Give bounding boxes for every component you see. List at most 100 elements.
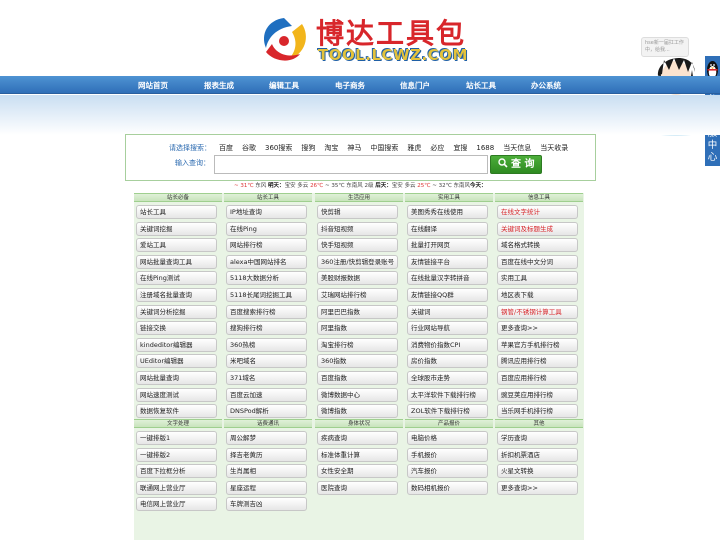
tool-link-button[interactable]: 阿里指数 [317,321,398,336]
site-logo[interactable]: 博达工具包 TOOL.LCWZ.COM [258,8,467,66]
tool-link-button[interactable]: 周公解梦 [226,431,307,445]
tool-link-button[interactable]: IP地址查询 [226,205,307,219]
tool-link-button[interactable]: 数码相机报价 [407,480,488,495]
engine-option[interactable]: 雅虎 [407,144,421,152]
engine-option[interactable]: 谷歌 [242,144,256,152]
tool-link-button[interactable]: 域名格式转换 [497,238,578,253]
tool-link-button[interactable]: 371域名 [226,370,307,385]
tool-link-button[interactable]: 一键排版1 [136,431,217,445]
tool-link-button[interactable]: 星座运程 [226,480,307,495]
tool-link-button[interactable]: 豌豆荚应用排行榜 [497,387,578,402]
tool-link-button[interactable]: 网站速度测试 [136,387,217,402]
tool-link-button[interactable]: 360注册/快剪辑登录账号 [317,254,398,269]
tool-link-button[interactable]: 链接交换 [136,321,217,336]
tool-link-button[interactable]: 百度下拉框分析 [136,464,217,479]
tool-link-button[interactable]: 批量打开网页 [407,238,488,253]
tool-link-button[interactable]: kindeditor编辑器 [136,337,217,352]
tool-link-button[interactable]: 百度应用排行榜 [497,370,578,385]
tool-link-button[interactable]: 电信网上营业厅 [136,497,217,512]
tool-link-button[interactable]: 美图秀秀在线使用 [407,205,488,219]
tool-link-button[interactable]: 百度在线中文分词 [497,254,578,269]
engine-option[interactable]: 神马 [347,144,361,152]
tool-link-button[interactable]: 联通网上营业厅 [136,480,217,495]
tool-link-button[interactable]: 快剪辑 [317,205,398,219]
tool-link-button[interactable]: UEditor编辑器 [136,354,217,369]
tool-link-button[interactable]: 抖音短视频 [317,221,398,236]
tool-link-button[interactable]: 折扣机票酒店 [497,447,578,462]
tool-link-button[interactable]: 更多查询>> [497,480,578,495]
tool-link-button[interactable]: 钢管/不锈钢计算工具 [497,304,578,319]
tool-link-button[interactable]: 网站批量查询 [136,370,217,385]
tool-link-button[interactable]: 生肖属相 [226,464,307,479]
tool-link-button[interactable]: 360指数 [317,354,398,369]
search-button[interactable]: 查 询 [490,155,542,174]
tool-link-button[interactable]: 艾瑞网站排行榜 [317,287,398,302]
tool-link-button[interactable]: 在线翻译 [407,221,488,236]
tool-link-button[interactable]: 百度指数 [317,370,398,385]
nav-item-portal[interactable]: 信息门户 [400,80,430,91]
tool-link-button[interactable]: 苹果官方手机排行榜 [497,337,578,352]
nav-item-editors[interactable]: 编辑工具 [269,80,299,91]
tool-link-button[interactable]: 一键排版2 [136,447,217,462]
tool-link-button[interactable]: 百度搜索排行榜 [226,304,307,319]
tool-link-button[interactable]: 地区表下载 [497,287,578,302]
tool-link-button[interactable]: DNSPod解析 [226,404,307,419]
tool-link-button[interactable]: 择吉老黄历 [226,447,307,462]
tool-link-button[interactable]: 在线批量汉字转拼音 [407,271,488,286]
tool-link-button[interactable]: 在线文字统计 [497,205,578,219]
engine-option[interactable]: 1688 [476,144,494,152]
tool-link-button[interactable]: 电脑价格 [407,431,488,445]
tool-link-button[interactable]: 关键词及标题生成 [497,221,578,236]
tool-link-button[interactable]: 爱站工具 [136,238,217,253]
tool-link-button[interactable]: 手机报价 [407,447,488,462]
tool-link-button[interactable]: 汽车报价 [407,464,488,479]
tool-link-button[interactable]: alexa中国网站排名 [226,254,307,269]
nav-item-office[interactable]: 办公系统 [531,80,561,91]
tool-link-button[interactable]: 当乐网手机排行榜 [497,404,578,419]
tool-link-button[interactable]: 友情链接QQ群 [407,287,488,302]
tool-link-button[interactable]: 数据恢复软件 [136,404,217,419]
nav-item-reports[interactable]: 报表生成 [204,80,234,91]
engine-option[interactable]: 当天收录 [540,144,568,152]
tool-link-button[interactable]: 搜狗排行榜 [226,321,307,336]
engine-option[interactable]: 必应 [430,144,444,152]
engine-option[interactable]: 当天信息 [503,144,531,152]
nav-item-webmaster[interactable]: 站长工具 [466,80,496,91]
tool-link-button[interactable]: 在线Ping测试 [136,271,217,286]
tool-link-button[interactable]: 全球股市走势 [407,370,488,385]
tool-link-button[interactable]: 太平洋软件下载排行榜 [407,387,488,402]
search-input[interactable] [214,155,488,174]
tool-link-button[interactable]: 房价指数 [407,354,488,369]
tool-link-button[interactable]: 实用工具 [497,271,578,286]
engine-option[interactable]: 宜搜 [453,144,467,152]
tool-link-button[interactable]: 快手短视频 [317,238,398,253]
engine-option[interactable]: 搜狗 [301,144,315,152]
tool-link-button[interactable]: 米吧域名 [226,354,307,369]
tool-link-button[interactable]: 车牌测吉凶 [226,497,307,512]
tool-link-button[interactable]: 更多查询>> [497,321,578,336]
tool-link-button[interactable]: 关键词分析挖掘 [136,304,217,319]
tool-link-button[interactable]: 学历查询 [497,431,578,445]
tool-link-button[interactable]: 腾讯应用排行榜 [497,354,578,369]
tool-link-button[interactable]: 友情链接平台 [407,254,488,269]
tool-link-button[interactable]: 疾病查询 [317,431,398,445]
tool-link-button[interactable]: ZOL软件下载排行榜 [407,404,488,419]
tool-link-button[interactable]: 医院查询 [317,480,398,495]
tool-link-button[interactable]: 美股财报数据 [317,271,398,286]
tool-link-button[interactable]: 网站排行榜 [226,238,307,253]
engine-option[interactable]: 中国搜索 [370,144,398,152]
engine-option[interactable]: 淘宝 [324,144,338,152]
tool-link-button[interactable]: 标准体重计算 [317,447,398,462]
tool-link-button[interactable]: 注册域名批量查询 [136,287,217,302]
tool-link-button[interactable]: 女性安全期 [317,464,398,479]
tool-link-button[interactable]: 行业网站导航 [407,321,488,336]
tool-link-button[interactable]: 在线Ping [226,221,307,236]
tool-link-button[interactable]: 阿里巴巴指数 [317,304,398,319]
tool-link-button[interactable]: 关键词 [407,304,488,319]
engine-option[interactable]: 360搜索 [265,144,292,152]
tool-link-button[interactable]: 消费物价指数CPI [407,337,488,352]
tool-link-button[interactable]: 火星文转换 [497,464,578,479]
tool-link-button[interactable]: 微博指数 [317,404,398,419]
tool-link-button[interactable]: 关键词挖掘 [136,221,217,236]
tool-link-button[interactable]: 微博数据中心 [317,387,398,402]
